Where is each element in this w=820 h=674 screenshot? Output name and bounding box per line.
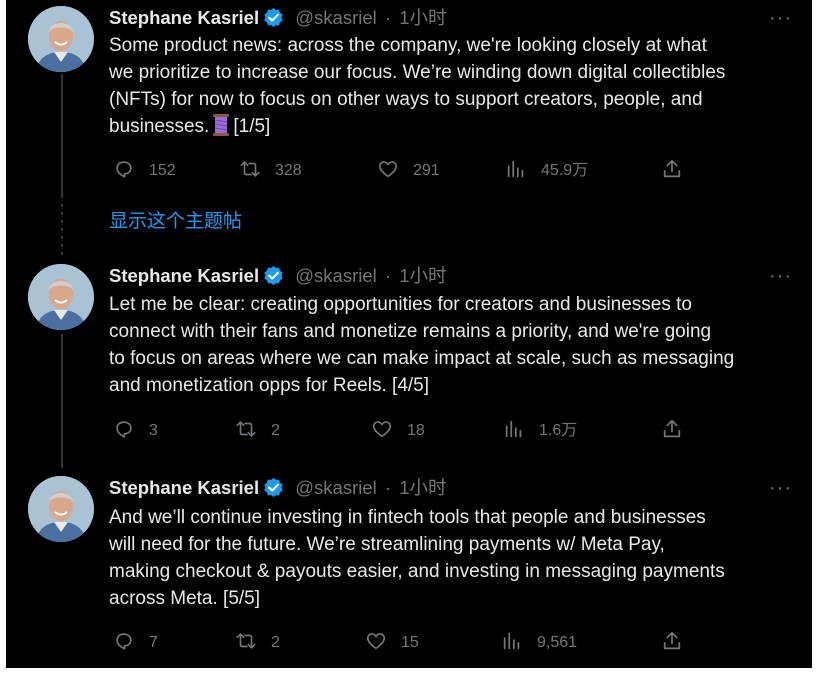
verified-badge-icon [264, 477, 283, 498]
avatar-image [28, 476, 94, 542]
author-handle[interactable]: @skasriel [295, 265, 377, 286]
share-button[interactable] [661, 630, 697, 654]
thread-gap-dots [61, 204, 63, 256]
tweet-text: And we’ll continue investing in fintech … [109, 507, 725, 609]
tweet-header: Stephane Kasriel @skasriel · 1小时 [109, 475, 447, 501]
retweet-button[interactable]: 2 [235, 630, 280, 654]
reply-count: 152 [149, 162, 176, 179]
views-count: 1.6万 [539, 422, 578, 439]
retweet-count: 2 [271, 422, 280, 439]
more-icon[interactable]: ··· [769, 478, 792, 498]
author-name[interactable]: Stephane Kasriel [109, 477, 259, 498]
thread-connector [61, 74, 63, 198]
views-button[interactable]: 45.9万 [505, 158, 588, 182]
header-separator: · [384, 477, 392, 498]
thread-connector [61, 334, 63, 468]
views-count: 9,561 [537, 634, 578, 651]
retweet-icon [236, 421, 256, 437]
header-separator: · [384, 7, 392, 28]
tweet-text-counter: [1/5] [233, 116, 271, 137]
reply-count: 3 [149, 422, 158, 439]
reply-icon [116, 633, 132, 650]
header-separator: · [384, 265, 392, 286]
like-count: 15 [401, 634, 419, 651]
author-name[interactable]: Stephane Kasriel [109, 7, 259, 28]
spool-of-thread-emoji [213, 114, 230, 136]
tweet-text: Some product news: across the company, w… [109, 32, 799, 140]
like-button[interactable]: 15 [365, 630, 419, 654]
tweet-text-main: Some product news: across the company, w… [109, 35, 726, 137]
author-handle[interactable]: @skasriel [295, 7, 377, 28]
verified-badge-icon [264, 265, 283, 286]
like-icon [378, 161, 398, 178]
share-icon [663, 159, 681, 178]
views-button[interactable]: 1.6万 [503, 418, 577, 442]
retweet-button[interactable]: 2 [235, 418, 280, 442]
share-icon [663, 419, 681, 438]
reply-button[interactable]: 7 [113, 630, 158, 654]
like-icon [372, 421, 392, 438]
tweet-actions: 152 328 291 45.9万 [109, 158, 689, 182]
reply-button[interactable]: 152 [113, 158, 176, 182]
retweet-count: 328 [275, 162, 302, 179]
views-count: 45.9万 [541, 162, 589, 179]
views-icon [503, 632, 520, 650]
retweet-count: 2 [271, 634, 280, 651]
tweet-text: Let me be clear: creating opportunities … [109, 294, 735, 396]
share-button[interactable] [661, 158, 697, 182]
tweet-actions: 3 2 18 1.6万 [109, 418, 689, 442]
views-icon [507, 160, 524, 178]
reply-icon [116, 161, 132, 178]
author-name[interactable]: Stephane Kasriel [109, 265, 259, 286]
like-count: 291 [413, 162, 440, 179]
verified-badge-icon [264, 7, 283, 28]
avatar[interactable] [28, 6, 94, 72]
retweet-button[interactable]: 328 [239, 158, 302, 182]
show-thread-link[interactable]: 显示这个主题帖 [109, 209, 242, 235]
reply-button[interactable]: 3 [113, 418, 158, 442]
views-button[interactable]: 9,561 [501, 630, 577, 654]
like-count: 18 [407, 422, 425, 439]
avatar[interactable] [28, 264, 94, 330]
like-icon [366, 633, 386, 650]
share-icon [663, 631, 681, 650]
like-button[interactable]: 18 [371, 418, 425, 442]
reply-count: 7 [149, 634, 158, 651]
more-icon[interactable]: ··· [769, 8, 792, 28]
like-button[interactable]: 291 [377, 158, 440, 182]
more-icon[interactable]: ··· [769, 266, 792, 286]
tweet-header: Stephane Kasriel @skasriel · 1小时 [109, 5, 447, 31]
avatar-image [28, 6, 94, 72]
tweet-time[interactable]: 1小时 [399, 477, 446, 498]
share-button[interactable] [661, 418, 697, 442]
views-icon [505, 420, 522, 438]
tweet-time[interactable]: 1小时 [399, 265, 446, 286]
retweet-icon [240, 161, 260, 177]
reply-icon [116, 421, 132, 438]
author-handle[interactable]: @skasriel [295, 477, 377, 498]
tweet-header: Stephane Kasriel @skasriel · 1小时 [109, 263, 447, 289]
avatar[interactable] [28, 476, 94, 542]
retweet-icon [236, 633, 256, 649]
tweet-actions: 7 2 15 9,561 [109, 630, 689, 654]
avatar-image [28, 264, 94, 330]
tweet-time[interactable]: 1小时 [399, 7, 446, 28]
timeline-frame: Stephane Kasriel @skasriel · 1小时 ··· Som… [6, 0, 812, 668]
